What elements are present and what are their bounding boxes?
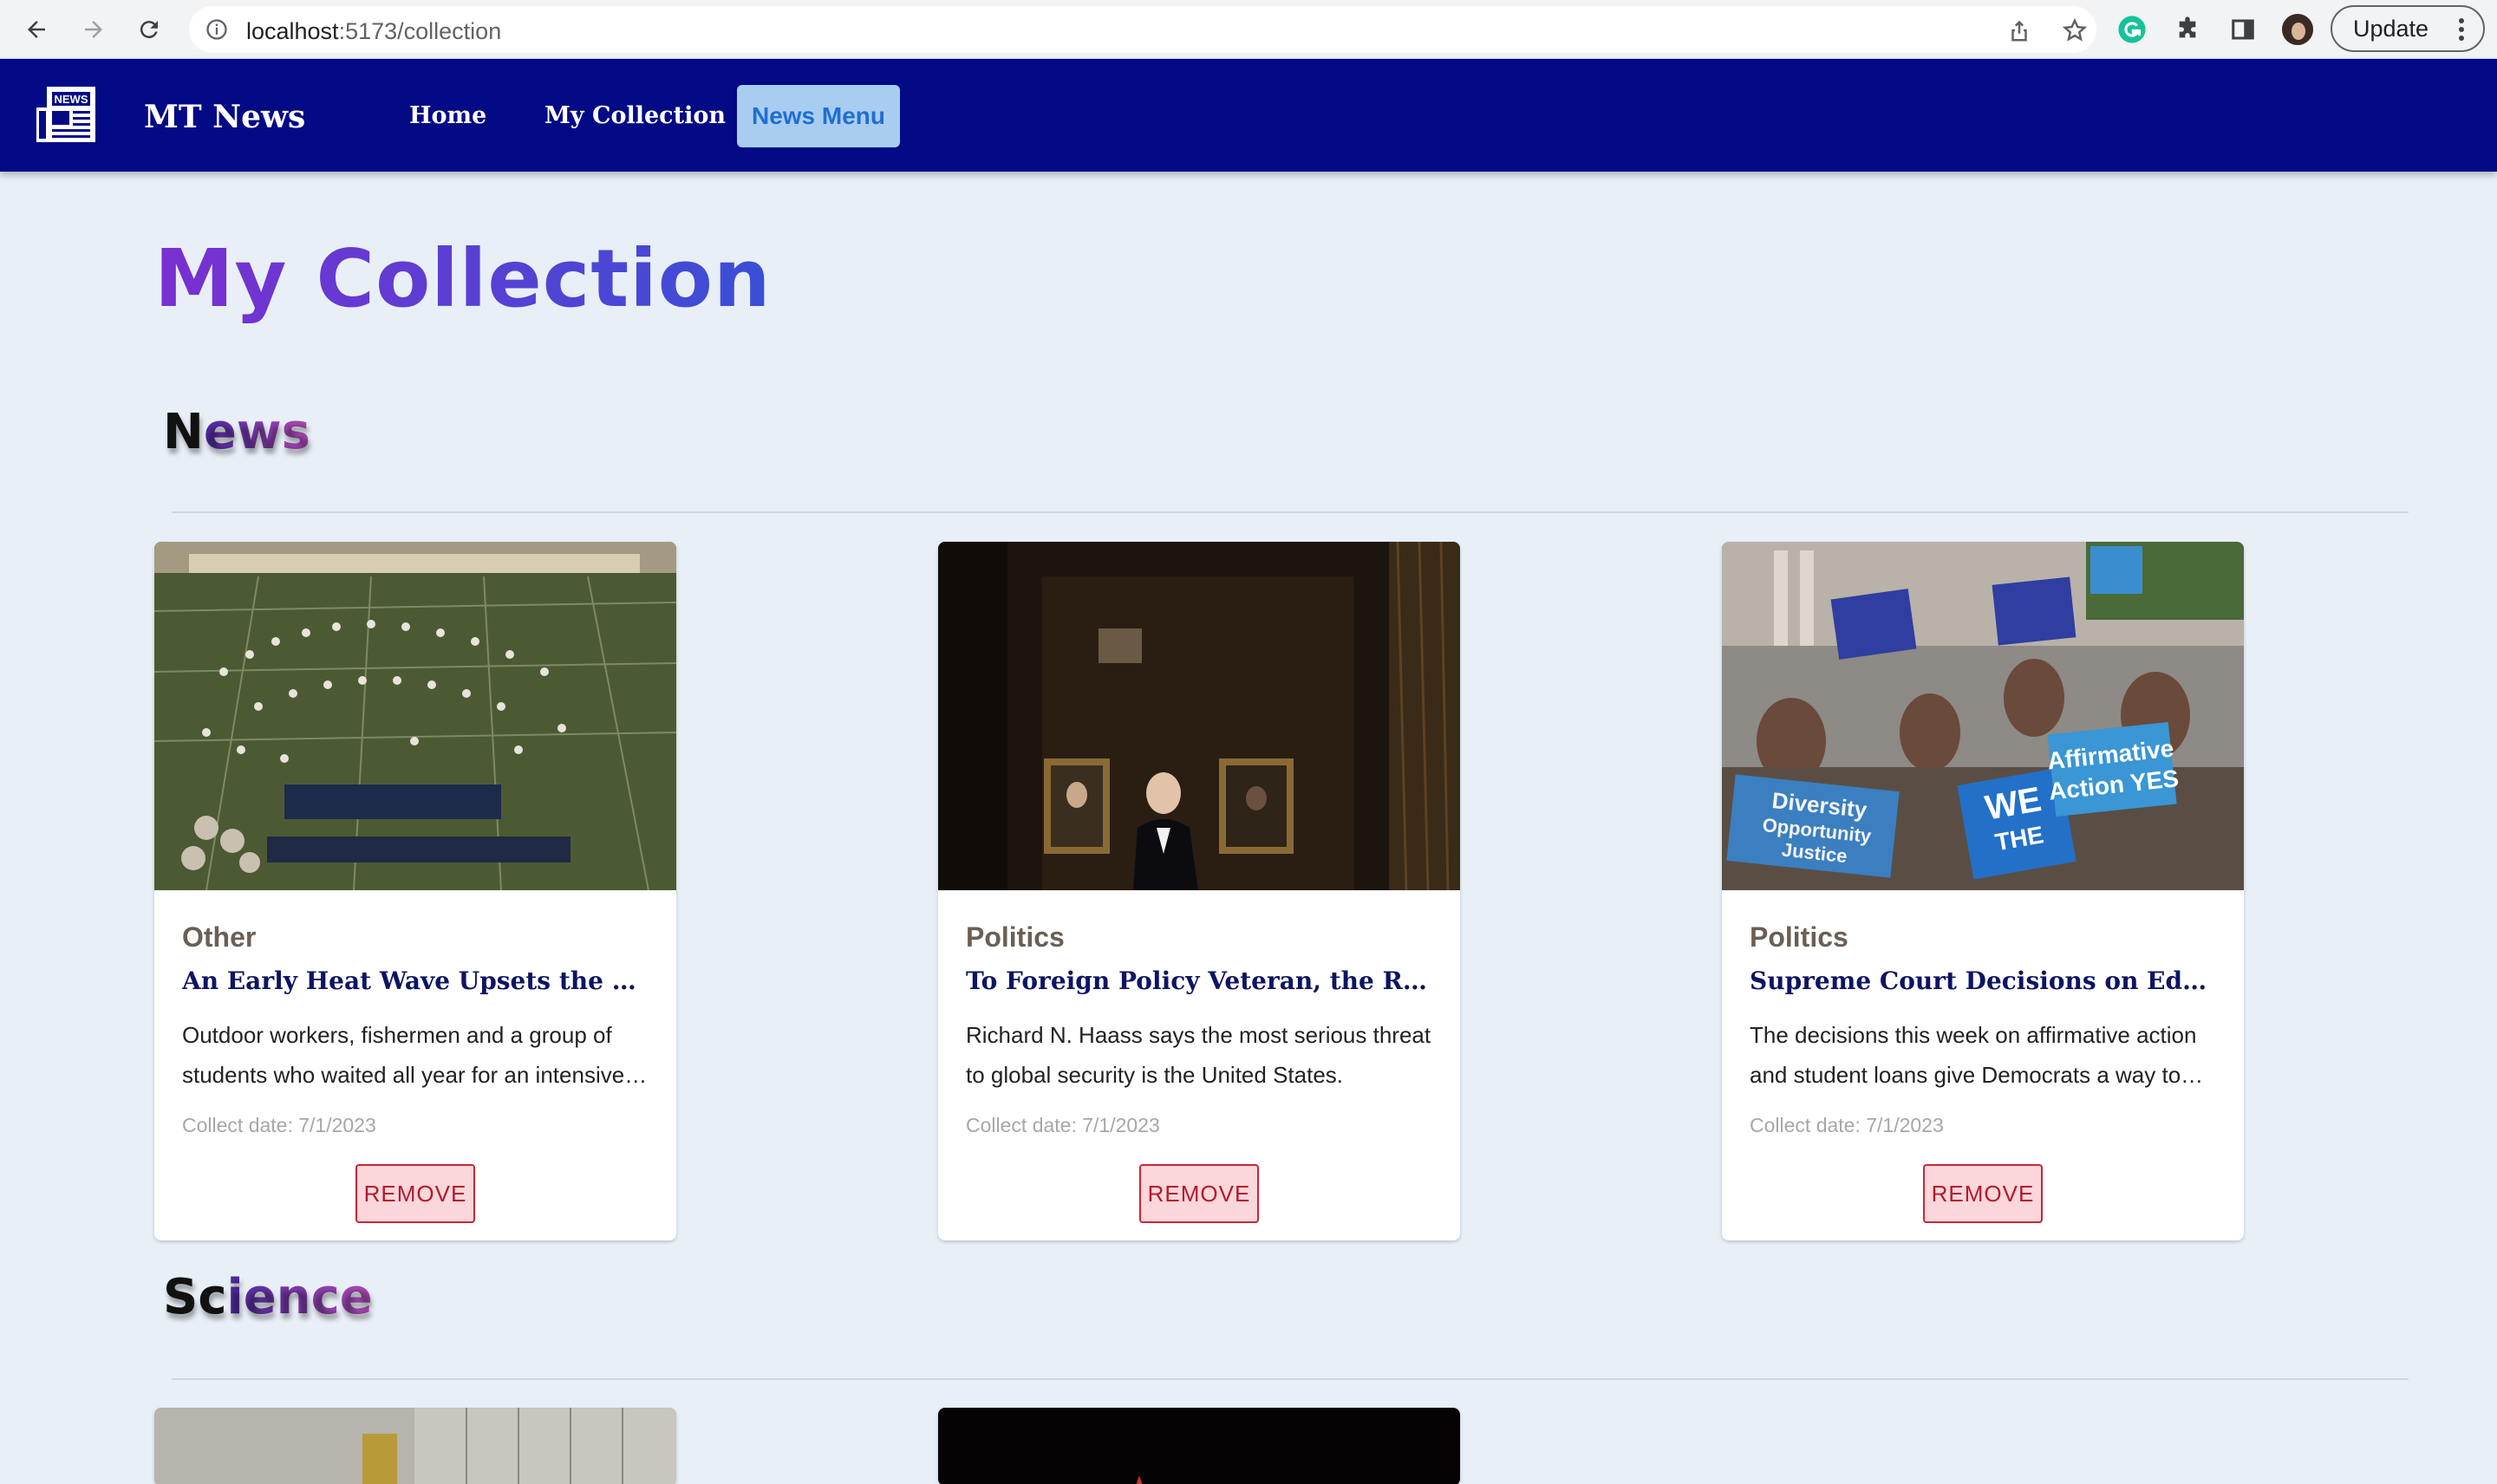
remove-button[interactable]: REMOVE [355, 1164, 475, 1223]
card-description: Richard N. Haass says the most serious t… [966, 1022, 1431, 1088]
more-vert-icon [2459, 18, 2464, 41]
share-icon[interactable] [2006, 17, 2032, 43]
svg-text:NEWS: NEWS [55, 93, 88, 106]
card-collect-date: Collect date: 7/1/2023 [1750, 1114, 1944, 1136]
news-card: Diversity Opportunity Justice WE THE Aff… [1722, 542, 2244, 1240]
info-icon [206, 19, 227, 40]
app-header: NEWS MT News Home My Collection News Men… [0, 59, 2497, 172]
card-image-marching-band[interactable] [154, 542, 676, 890]
nav-home[interactable]: Home [409, 102, 486, 129]
reload-button[interactable] [130, 10, 168, 49]
card-image-portrait[interactable] [938, 542, 1460, 890]
card-title[interactable]: Supreme Court Decisions on Education Giv… [1750, 967, 2218, 995]
news-card: Other An Early Heat Wave Upsets the Rhyt… [154, 542, 676, 1240]
section-divider [172, 511, 2409, 513]
section-title-science: Science [163, 1269, 373, 1325]
section-divider [172, 1378, 2409, 1380]
page-title: My Collection [154, 232, 772, 325]
newspaper-logo-icon[interactable]: NEWS [35, 85, 99, 146]
card-description: The decisions this week on affirmative a… [1750, 1022, 2197, 1088]
remove-button[interactable]: REMOVE [1923, 1164, 2043, 1223]
update-label: Update [2353, 15, 2429, 42]
news-card: Politics To Foreign Policy Veteran, the … [938, 542, 1460, 1240]
card-category: Politics [1750, 921, 1848, 953]
update-button[interactable]: Update [2331, 5, 2485, 52]
reload-icon [140, 21, 158, 39]
side-panel-icon[interactable] [2226, 13, 2259, 46]
url-text: localhost:5173/collection [246, 18, 502, 44]
card-collect-date: Collect date: 7/1/2023 [966, 1114, 1160, 1136]
card-image-protest[interactable]: Diversity Opportunity Justice WE THE Aff… [1722, 542, 2244, 890]
card-category: Politics [966, 921, 1065, 953]
brand-name[interactable]: MT News [144, 99, 305, 135]
card-title[interactable]: To Foreign Policy Veteran, the Real Thre… [966, 967, 1434, 995]
address-bar[interactable]: localhost:5173/collection [189, 6, 2096, 53]
arrow-left-icon [28, 21, 45, 38]
bookmark-star-icon[interactable] [2062, 17, 2088, 43]
card-collect-date: Collect date: 7/1/2023 [182, 1114, 376, 1136]
profile-avatar[interactable] [2280, 12, 2315, 47]
back-button[interactable] [17, 10, 55, 49]
science-card [938, 1408, 1460, 1484]
nav-my-collection[interactable]: My Collection [544, 102, 726, 129]
forward-button[interactable] [75, 10, 113, 49]
grammarly-extension-icon[interactable] [2116, 13, 2148, 46]
card-description: Outdoor workers, fishermen and a group o… [182, 1022, 625, 1088]
nav-news-menu[interactable]: News Menu [737, 85, 900, 147]
arrow-right-icon [85, 21, 102, 38]
remove-button[interactable]: REMOVE [1139, 1164, 1259, 1223]
browser-toolbar: localhost:5173/collection Update [0, 0, 2497, 59]
science-card [154, 1408, 676, 1484]
card-category: Other [182, 921, 257, 953]
section-title-news: News [163, 404, 310, 460]
card-image-laboratory[interactable] [154, 1408, 676, 1484]
card-image-dark[interactable] [938, 1408, 1460, 1484]
card-title[interactable]: An Early Heat Wave Upsets the Rhythms of… [182, 967, 650, 995]
extensions-puzzle-icon[interactable] [2171, 13, 2204, 46]
